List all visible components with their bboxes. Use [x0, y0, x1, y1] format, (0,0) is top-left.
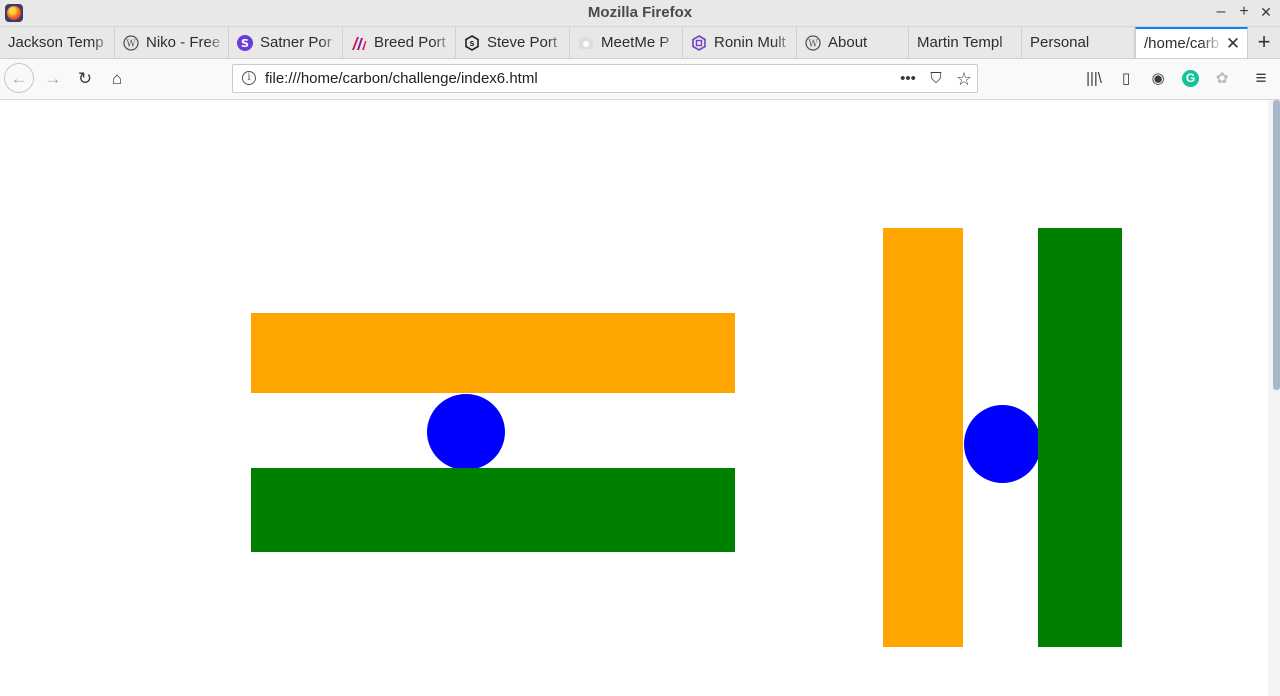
back-arrow-icon[interactable]: ←	[5, 65, 33, 93]
close-window-button[interactable]: ✕	[1256, 2, 1276, 22]
horizontal-saffron-band	[251, 313, 735, 393]
url-input[interactable]: file:///home/carbon/challenge/index6.htm…	[265, 70, 538, 87]
tab-current-file[interactable]: /home/carb ✕	[1135, 27, 1248, 58]
vertical-saffron-band	[883, 228, 963, 647]
page-actions-icon[interactable]: •••	[897, 68, 919, 90]
tab-strip: Jackson Temp W Niko - Free S Satner Por …	[0, 27, 1280, 59]
menu-icon[interactable]: ≡	[1250, 68, 1272, 90]
page-content	[0, 100, 1268, 696]
vertical-blue-circle	[964, 405, 1041, 483]
tab-personal[interactable]: Personal	[1022, 27, 1135, 58]
tab-label: Jackson Temp	[8, 34, 104, 51]
library-icon[interactable]: |||\	[1083, 68, 1105, 90]
close-tab-icon[interactable]: ✕	[1225, 34, 1241, 54]
navigation-toolbar: ← → ↻ ⌂ i file:///home/carbon/challenge/…	[0, 59, 1280, 100]
tab-niko[interactable]: W Niko - Free	[115, 27, 229, 58]
hexagon-icon: S	[465, 34, 479, 51]
bootstrap-icon	[692, 34, 706, 51]
tab-jackson[interactable]: Jackson Temp	[0, 27, 115, 58]
svg-text:W: W	[126, 39, 136, 49]
url-bar[interactable]: i file:///home/carbon/challenge/index6.h…	[232, 64, 978, 93]
satner-s-icon: S	[237, 34, 253, 51]
tab-ronin[interactable]: Ronin Mult	[683, 27, 797, 58]
vertical-green-band	[1038, 228, 1122, 647]
window-title: Mozilla Firefox	[587, 4, 693, 21]
site-info-icon[interactable]: i	[242, 71, 256, 85]
svg-text:S: S	[241, 37, 249, 50]
horizontal-blue-circle	[427, 394, 505, 470]
scrollbar-thumb[interactable]	[1273, 100, 1280, 390]
tab-meetme[interactable]: MeetMe P	[570, 27, 683, 58]
sidebar-icon[interactable]: ▯	[1115, 68, 1137, 90]
wordpress-icon: W	[805, 34, 821, 51]
tab-breed[interactable]: Breed Port	[343, 27, 456, 58]
tab-satner[interactable]: S Satner Por	[229, 27, 343, 58]
window-titlebar: Mozilla Firefox – + ✕	[0, 0, 1280, 27]
grammarly-icon[interactable]: G	[1182, 70, 1199, 87]
horizontal-green-band	[251, 468, 735, 552]
forward-button[interactable]: →	[39, 65, 67, 93]
tab-label: Personal	[1030, 34, 1090, 51]
extension-puzzle-icon[interactable]: ✿	[1211, 68, 1233, 90]
tab-label: About	[828, 34, 868, 51]
tab-label: Martin Templ	[917, 34, 1003, 51]
reload-button[interactable]: ↻	[71, 65, 99, 93]
tab-martin[interactable]: Martin Templ	[909, 27, 1022, 58]
tab-about[interactable]: W About	[797, 27, 909, 58]
wordpress-icon: W	[123, 34, 139, 51]
svg-text:W: W	[808, 39, 818, 49]
bookmark-star-icon[interactable]: ☆	[953, 68, 975, 90]
maximize-button[interactable]: +	[1234, 2, 1254, 22]
svg-text:S: S	[469, 40, 474, 48]
breed-logo-icon	[352, 36, 367, 50]
tab-steve[interactable]: S Steve Port	[456, 27, 570, 58]
pocket-icon[interactable]: ⛉	[925, 68, 947, 90]
new-tab-button[interactable]: +	[1250, 27, 1278, 58]
minimize-button[interactable]: –	[1211, 2, 1231, 22]
camera-icon	[579, 36, 593, 49]
extension-icon[interactable]: ◉	[1147, 68, 1169, 90]
home-button[interactable]: ⌂	[103, 65, 131, 93]
